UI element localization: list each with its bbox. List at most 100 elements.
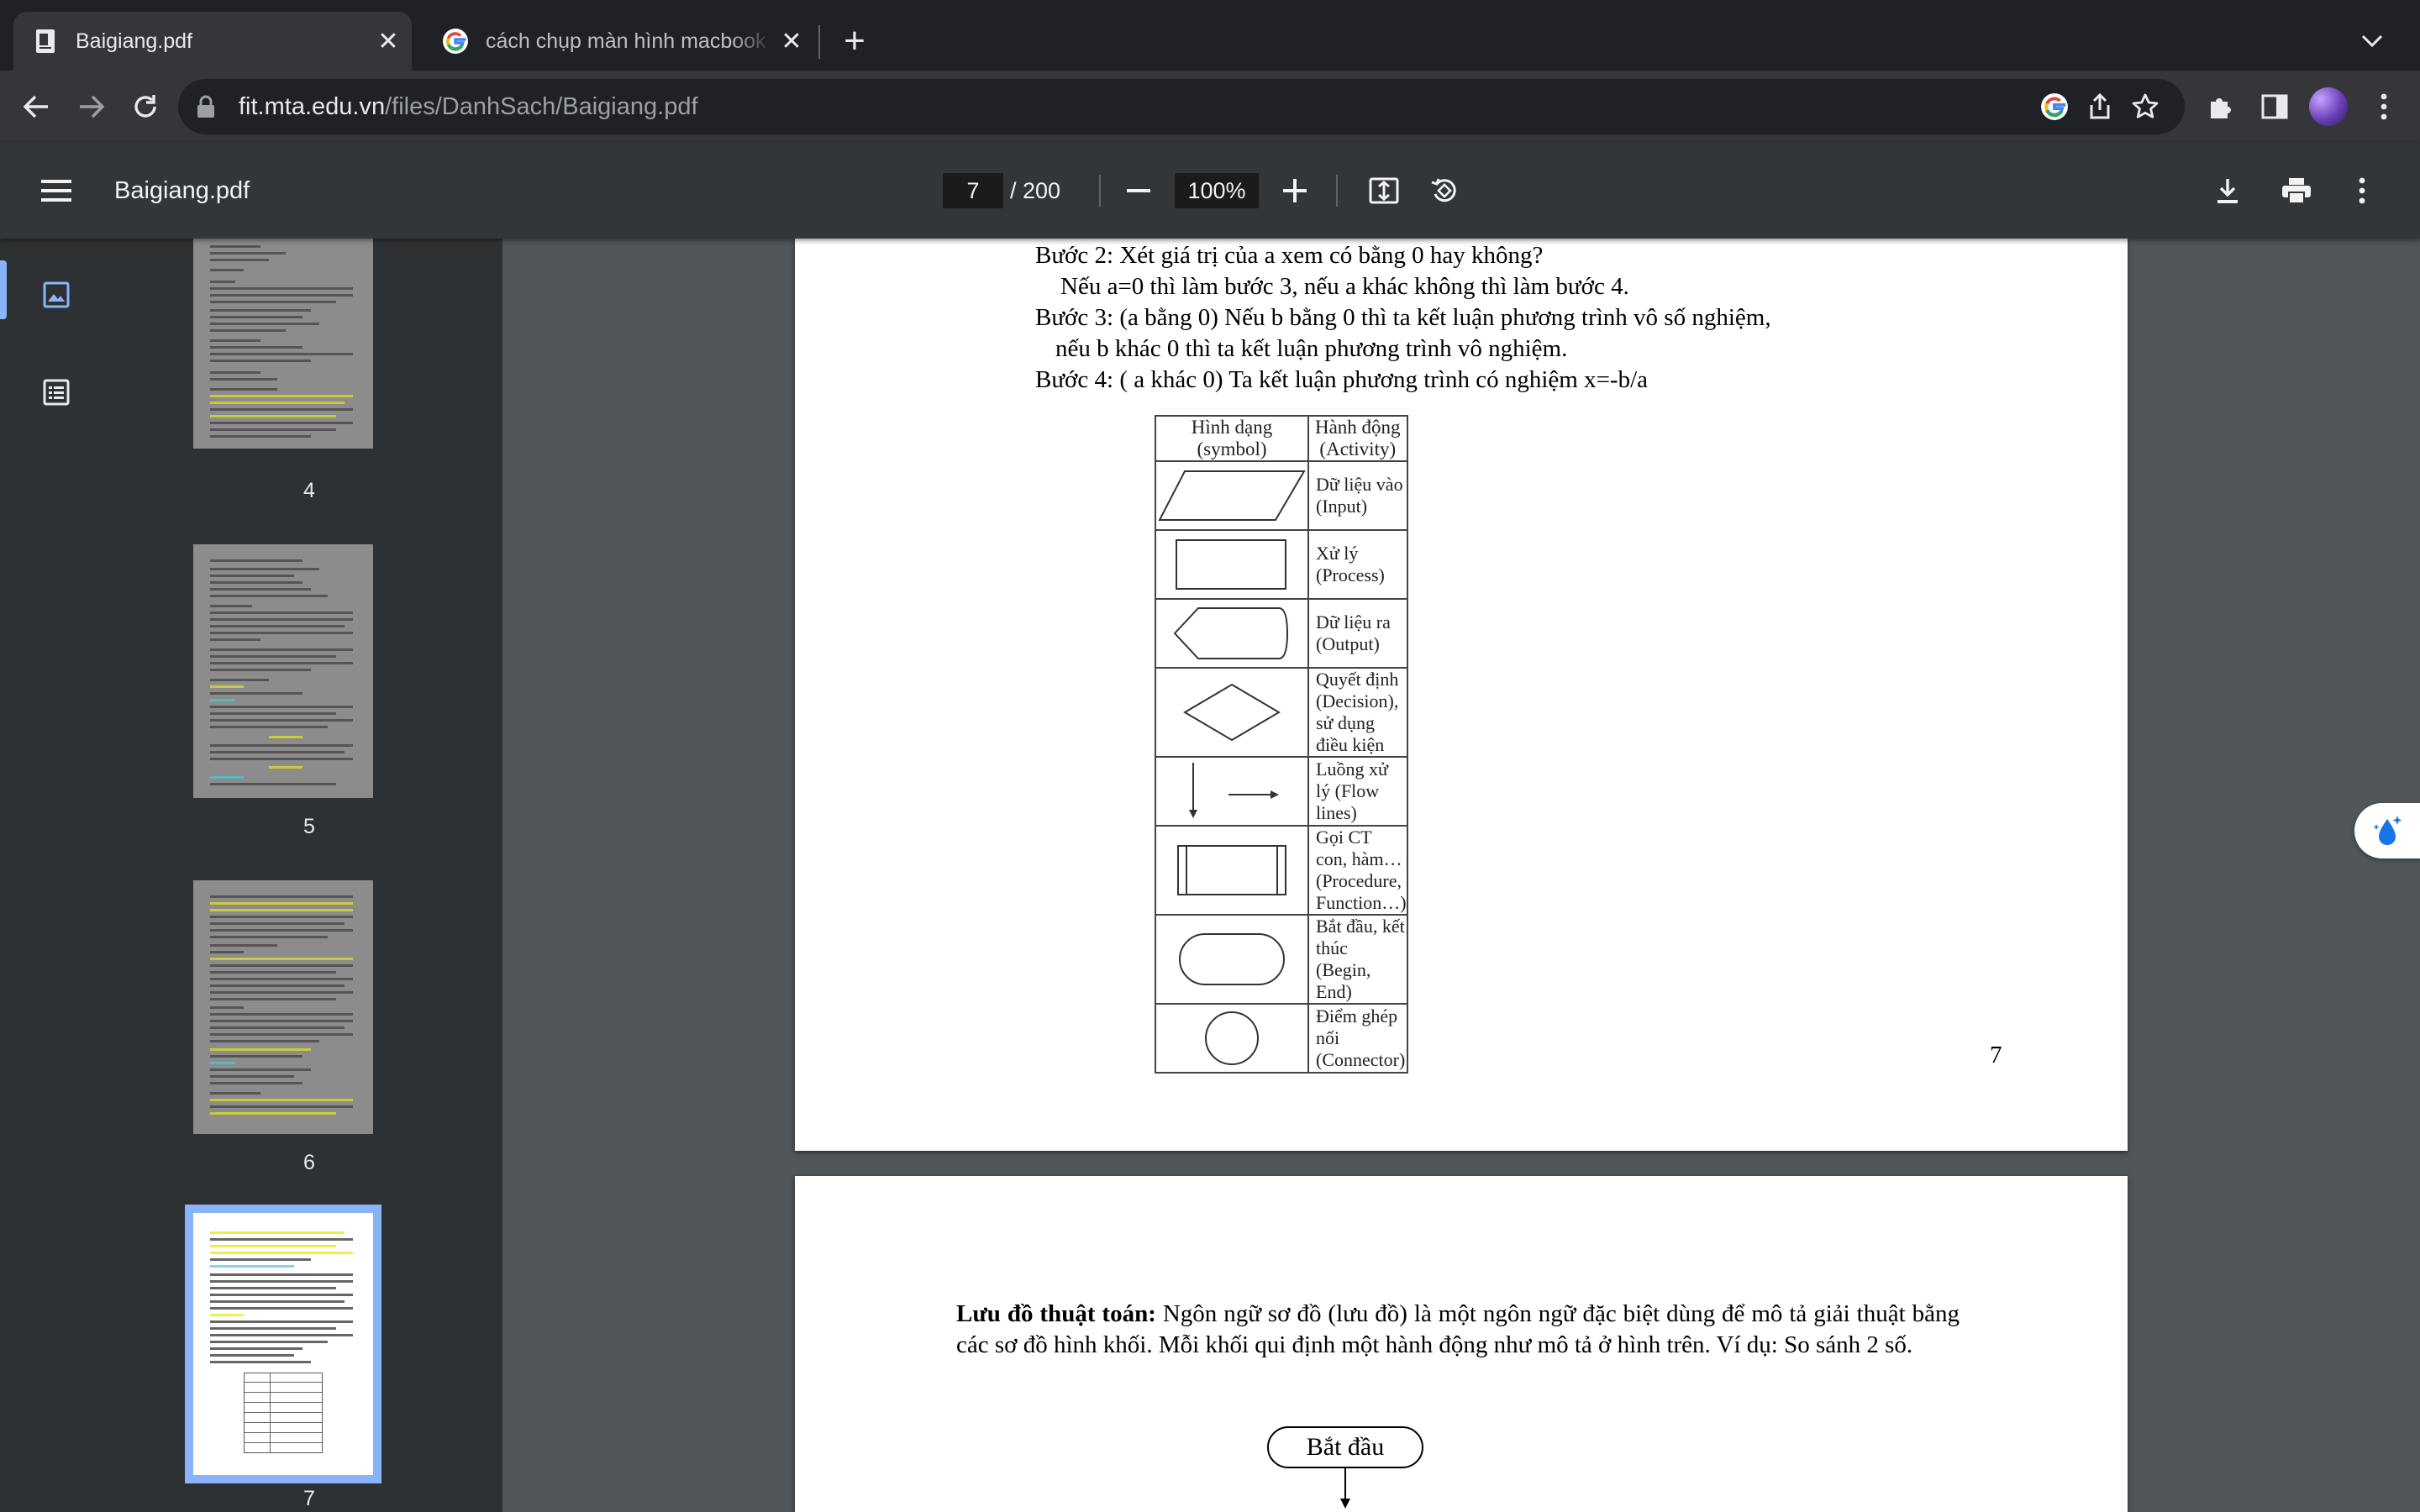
bookmark-star-icon[interactable] <box>2126 87 2165 126</box>
step-line: Bước 4: ( a khác 0) Ta kết luận phương t… <box>1035 366 1649 393</box>
activity-cell: Dữ liệu vào (Input) <box>1307 460 1408 531</box>
url-text[interactable]: fit.mta.edu.vn/files/DanhSach/Baigiang.p… <box>239 79 698 134</box>
thumbnail-label: 4 <box>303 479 315 502</box>
back-arrow-icon[interactable] <box>15 86 57 128</box>
display-symbol-icon <box>1155 598 1309 669</box>
parallelogram-symbol-icon <box>1155 460 1309 531</box>
table-row: Quyết định (Decision), sử dụng điều kiện <box>1155 667 1408 758</box>
close-tab-icon[interactable]: ✕ <box>773 23 810 60</box>
thumbnails-view-icon[interactable] <box>29 267 84 323</box>
flowchart-paragraph: Lưu đồ thuật toán: Ngôn ngữ sơ đồ (lưu đ… <box>956 1299 1960 1361</box>
forward-arrow-icon[interactable] <box>71 86 113 128</box>
tab-title: cách chụp màn hình macbook <box>486 29 766 53</box>
thumbnail-page-6[interactable] <box>193 880 373 1134</box>
url-host: fit.mta.edu.vn <box>239 93 386 120</box>
activity-cell: Bắt đầu, kết thúc (Begin, End) <box>1307 914 1408 1005</box>
share-icon[interactable] <box>2081 87 2119 126</box>
rotate-icon[interactable] <box>1423 170 1465 212</box>
zoom-level-input[interactable]: 100% <box>1175 173 1259 208</box>
tab-google-search[interactable]: cách chụp màn hình macbook ✕ <box>424 12 815 71</box>
thumbnail-page-7[interactable] <box>185 1205 381 1483</box>
thumbnail-page-5[interactable] <box>193 544 373 798</box>
diamond-symbol-icon <box>1155 667 1309 758</box>
document-title: Baigiang.pdf <box>114 177 250 204</box>
fit-to-page-icon[interactable] <box>1363 170 1405 212</box>
more-options-kebab-icon[interactable] <box>2341 170 2383 212</box>
tab-strip: Baigiang.pdf ✕ cách chụp màn hình macboo… <box>0 0 2420 71</box>
activity-cell: Dữ liệu ra (Output) <box>1307 598 1408 669</box>
table-row: Xử lý (Process) <box>1155 529 1408 600</box>
table-header-row: Hình dạng (symbol) Hành động (Activity) <box>1155 415 1408 462</box>
outline-view-icon[interactable] <box>29 365 84 420</box>
page-number-input[interactable]: 7 <box>943 173 1003 208</box>
rail-active-indicator <box>0 260 7 319</box>
zoom-in-icon[interactable] <box>1274 170 1316 212</box>
tab-search-chevron-icon[interactable] <box>2353 22 2391 60</box>
toolbar-divider <box>1336 175 1338 207</box>
step-line: Nếu a=0 thì làm bước 3, nếu a khác không… <box>1060 273 1629 300</box>
table-header: Hình dạng (symbol) <box>1155 415 1309 462</box>
pdf-page-8: Lưu đồ thuật toán: Ngôn ngữ sơ đồ (lưu đ… <box>795 1176 2128 1512</box>
table-row: Luồng xử lý (Flow lines) <box>1155 756 1408 827</box>
sidebar-rail <box>0 239 116 1512</box>
document-viewport[interactable]: Bước 2: Xét giá trị của a xem có bằng 0 … <box>502 239 2420 1512</box>
step-line: nếu b khác 0 thì ta kết luận phương trìn… <box>1055 335 1568 362</box>
step-line: Bước 3: (a bằng 0) Nếu b bằng 0 thì ta k… <box>1035 304 1771 331</box>
profile-avatar[interactable] <box>2309 87 2348 126</box>
table-header: Hành động (Activity) <box>1307 415 1408 462</box>
thumbnail-table-preview <box>244 1373 323 1453</box>
activity-cell: Quyết định (Decision), sử dụng điều kiện <box>1307 667 1408 758</box>
table-row: Gọi CT con, hàm… (Procedure, Function…) <box>1155 825 1408 916</box>
menu-hamburger-icon[interactable] <box>35 170 77 212</box>
step-line: Bước 2: Xét giá trị của a xem có bằng 0 … <box>1035 242 1544 269</box>
google-icon <box>443 29 468 54</box>
google-lens-icon[interactable] <box>2035 87 2074 126</box>
reload-icon[interactable] <box>124 86 166 128</box>
table-row: Điểm ghép nối (Connector) <box>1155 1003 1408 1074</box>
activity-cell: Xử lý (Process) <box>1307 529 1408 600</box>
paragraph-bold-term: Lưu đồ thuật toán: <box>956 1300 1156 1327</box>
print-icon[interactable] <box>2275 170 2317 212</box>
page-total: / 200 <box>1010 178 1061 203</box>
table-row: Bắt đầu, kết thúc (Begin, End) <box>1155 914 1408 1005</box>
thumbnail-label: 5 <box>303 815 315 838</box>
activity-cell: Gọi CT con, hàm… (Procedure, Function…) <box>1307 825 1408 916</box>
activity-cell: Luồng xử lý (Flow lines) <box>1307 756 1408 827</box>
zoom-out-icon[interactable] <box>1118 170 1160 212</box>
thumbnail-label: 6 <box>303 1151 315 1174</box>
activity-cell: Điểm ghép nối (Connector) <box>1307 1003 1408 1074</box>
pdf-page-7: Bước 2: Xét giá trị của a xem có bằng 0 … <box>795 239 2128 1151</box>
browser-menu-kebab-icon[interactable] <box>2363 86 2405 128</box>
flowchart-arrow-icon <box>1340 1468 1350 1509</box>
flowchart-start-node: Bắt đầu <box>1267 1426 1423 1468</box>
url-path: /files/DanhSach/Baigiang.pdf <box>385 93 698 120</box>
thumbnail-list: 4 5 6 7 <box>116 239 502 1512</box>
thumbnail-page-4[interactable] <box>193 239 373 449</box>
connector-circle-symbol-icon <box>1155 1003 1309 1074</box>
lock-icon[interactable] <box>193 94 218 119</box>
subroutine-symbol-icon <box>1155 825 1309 916</box>
page-number: 7 <box>1990 1042 2002 1068</box>
tab-baigiang[interactable]: Baigiang.pdf ✕ <box>13 12 412 71</box>
side-panel-icon[interactable] <box>2254 86 2296 128</box>
thumbnail-label: 7 <box>303 1487 315 1510</box>
close-tab-icon[interactable]: ✕ <box>370 23 407 60</box>
toolbar-divider <box>1099 175 1101 207</box>
browser-toolbar: fit.mta.edu.vn/files/DanhSach/Baigiang.p… <box>0 71 2420 143</box>
floating-droplet-sparkle-icon[interactable] <box>2354 803 2420 858</box>
pdf-toolbar: Baigiang.pdf 7 / 200 100% <box>0 143 2420 239</box>
address-bar[interactable]: fit.mta.edu.vn/files/DanhSach/Baigiang.p… <box>178 79 2185 134</box>
pdf-file-icon <box>36 29 55 53</box>
rectangle-symbol-icon <box>1155 529 1309 600</box>
flowchart-symbol-table: Hình dạng (symbol) Hành động (Activity) … <box>1155 415 1408 1074</box>
tab-separator <box>818 25 820 59</box>
new-tab-icon[interactable]: + <box>835 20 874 61</box>
table-row: Dữ liệu ra (Output) <box>1155 598 1408 669</box>
flow-arrows-symbol-icon <box>1155 756 1309 827</box>
table-row: Dữ liệu vào (Input) <box>1155 460 1408 531</box>
thumbnail-sidebar: 4 5 6 7 <box>0 239 502 1512</box>
extensions-puzzle-icon[interactable] <box>2200 86 2242 128</box>
terminator-symbol-icon <box>1155 914 1309 1005</box>
tab-title: Baigiang.pdf <box>76 29 193 53</box>
download-icon[interactable] <box>2207 170 2249 212</box>
